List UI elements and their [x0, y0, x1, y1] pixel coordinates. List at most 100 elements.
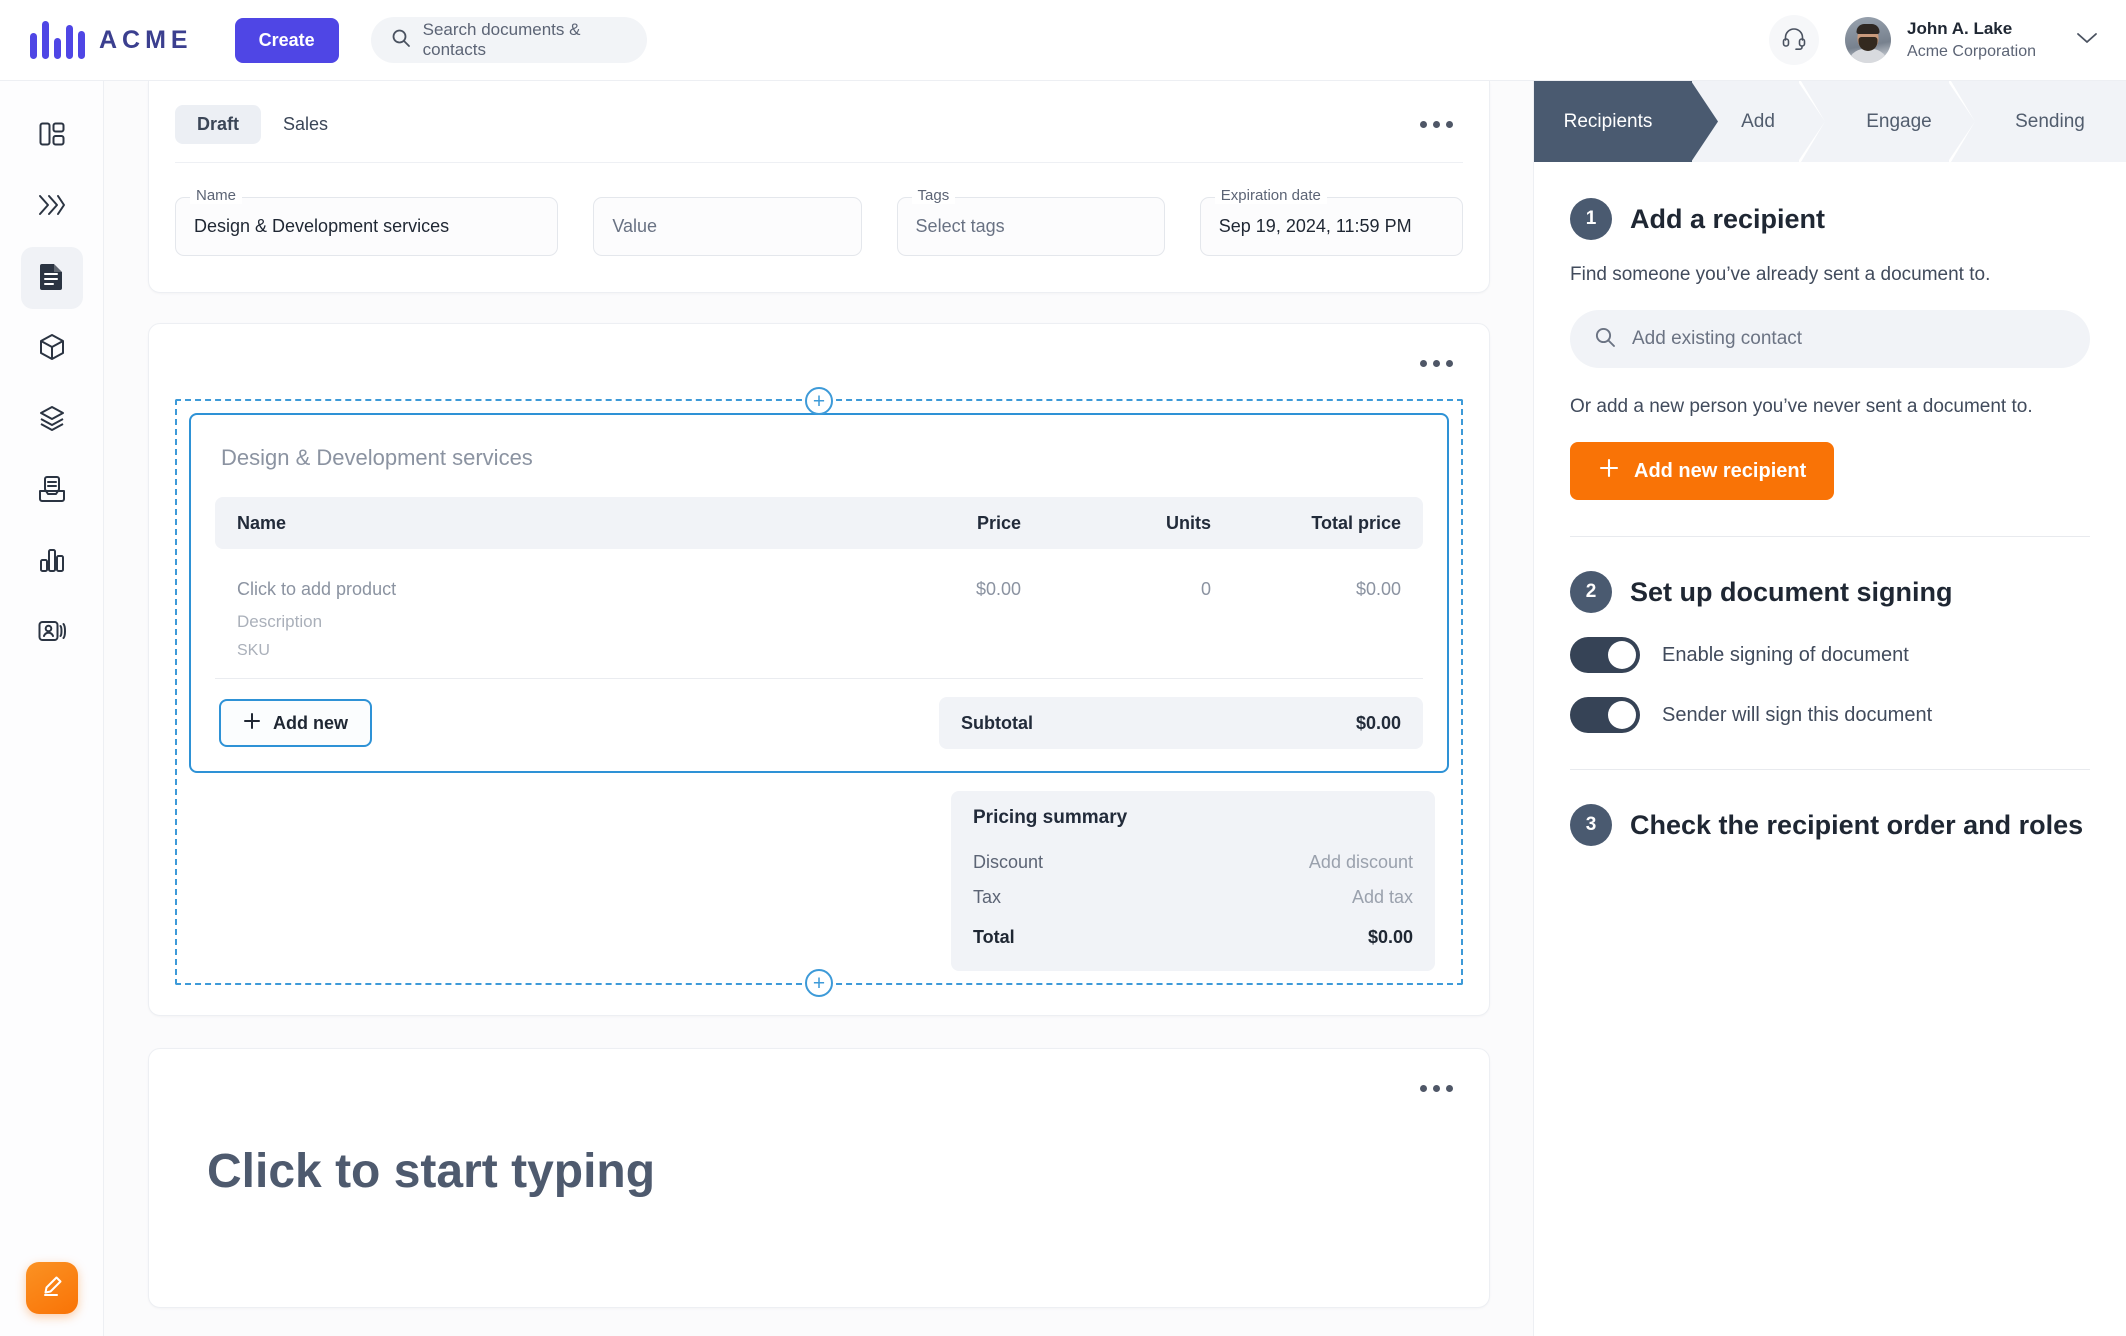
add-new-recipient-button[interactable]: Add new recipient	[1570, 442, 1835, 500]
row-sku[interactable]: SKU	[237, 632, 831, 660]
ellipsis-icon-dot	[1433, 121, 1440, 128]
step-tab-recipients[interactable]: Recipients	[1534, 81, 1692, 162]
user-menu[interactable]: John A. Lake Acme Corporation	[1845, 17, 2100, 63]
name-field-label: Name	[190, 187, 243, 204]
document-more-menu-button[interactable]	[1410, 111, 1463, 138]
subtotal-row: Subtotal $0.00	[939, 697, 1423, 749]
enable-signing-label: Enable signing of document	[1662, 643, 1909, 666]
tags-field[interactable]: Tags Select tags	[896, 187, 1165, 256]
dashboard-layout-icon	[37, 119, 67, 154]
step-2-number: 2	[1570, 571, 1612, 613]
column-header-units: Units	[1166, 512, 1211, 533]
support-button[interactable]	[1769, 15, 1820, 65]
block-more-menu-button[interactable]	[1410, 350, 1463, 377]
pricing-table-block[interactable]: Design & Development services Name Price…	[189, 413, 1449, 773]
quick-edit-fab-container	[25, 1262, 78, 1314]
search-icon	[391, 28, 411, 53]
text-block-more-menu-row	[175, 1049, 1463, 1102]
quick-edit-fab[interactable]	[25, 1262, 78, 1314]
tab-sales[interactable]: Sales	[261, 105, 350, 144]
add-existing-contact-placeholder: Add existing contact	[1632, 328, 1803, 349]
step-tab-sending[interactable]: Sending	[1974, 81, 2126, 162]
sidebar-item-inbox[interactable]	[21, 460, 83, 522]
pricing-block-title[interactable]: Design & Development services	[215, 437, 1423, 497]
sidebar-item-contacts[interactable]	[21, 602, 83, 664]
row-units[interactable]: 0	[1021, 579, 1211, 600]
sidebar-item-products[interactable]	[21, 318, 83, 380]
step-1-description-2: Or add a new person you’ve never sent a …	[1570, 396, 2033, 417]
expiration-date-value: Sep 19, 2024, 11:59 PM	[1218, 216, 1412, 236]
column-header-price: Price	[976, 512, 1021, 533]
chevron-down-icon[interactable]	[2074, 30, 2100, 51]
add-new-row-label: Add new	[273, 712, 348, 733]
user-name: John A. Lake	[1907, 18, 2013, 38]
pencil-edit-icon	[39, 1273, 65, 1304]
sidebar-item-workflow[interactable]	[21, 176, 83, 238]
pricing-summary: Pricing summary Discount Add discount Ta…	[951, 791, 1435, 971]
sidebar-item-templates[interactable]	[21, 389, 83, 451]
document-inbox-icon	[37, 474, 67, 509]
top-bar: ACME Create Search documents & contacts	[0, 0, 2126, 81]
step-2-header: 2 Set up document signing	[1570, 571, 2090, 613]
panel-divider-1	[1570, 536, 2090, 537]
toggle-knob	[1608, 701, 1636, 729]
tax-label: Tax	[973, 887, 1002, 907]
sidebar-item-dashboard[interactable]	[21, 105, 83, 167]
global-search-input[interactable]: Search documents & contacts	[370, 17, 647, 63]
add-discount-button[interactable]: Add discount	[1309, 852, 1413, 873]
ellipsis-icon-dot	[1433, 1085, 1440, 1092]
right-panel-body: 1 Add a recipient Find someone you’ve al…	[1534, 162, 2126, 846]
total-label: Total	[973, 927, 1015, 947]
column-header-name: Name	[237, 512, 287, 533]
user-org: Acme Corporation	[1907, 42, 2036, 60]
add-new-row-button[interactable]: Add new	[219, 699, 372, 747]
text-block-placeholder[interactable]: Click to start typing	[175, 1102, 1463, 1199]
step-1-description: Find someone you’ve already sent a docum…	[1570, 264, 1991, 285]
layers-icon	[37, 403, 67, 438]
step-1-header: 1 Add a recipient	[1570, 198, 2090, 240]
table-row[interactable]: Click to add product Description SKU $0.…	[215, 549, 1423, 679]
expiration-date-label: Expiration date	[1214, 187, 1327, 204]
tags-field-label: Tags	[911, 187, 956, 204]
document-workspace: Draft Sales Name Design & Development se…	[104, 81, 1534, 1336]
step-tab-sending-label: Sending	[2015, 110, 2085, 132]
tab-draft[interactable]: Draft	[175, 105, 262, 144]
pricing-summary-title: Pricing summary	[973, 807, 1128, 828]
add-block-above-button[interactable]: +	[805, 387, 833, 415]
step-tab-engage[interactable]: Engage	[1824, 81, 1974, 162]
name-field[interactable]: Name Design & Development services	[175, 187, 559, 256]
sender-will-sign-toggle[interactable]	[1570, 697, 1640, 733]
row-product-name[interactable]: Click to add product	[237, 579, 831, 600]
sidebar-item-reports[interactable]	[21, 531, 83, 593]
logo-bars-icon	[30, 21, 85, 59]
top-bar-right: John A. Lake Acme Corporation	[1769, 15, 2100, 65]
add-tax-button[interactable]: Add tax	[1352, 887, 1413, 908]
row-price[interactable]: $0.00	[831, 579, 1021, 600]
discount-label: Discount	[973, 852, 1044, 872]
add-new-recipient-label: Add new recipient	[1634, 459, 1807, 482]
add-existing-contact-input[interactable]: Add existing contact	[1570, 310, 2090, 368]
plus-icon	[243, 712, 261, 735]
selected-block-outline: + + Design & Development services Name P…	[175, 387, 1463, 997]
subtotal-value: $0.00	[1355, 712, 1401, 733]
expiration-date-field[interactable]: Expiration date Sep 19, 2024, 11:59 PM	[1199, 187, 1464, 256]
left-nav-rail	[0, 81, 104, 1336]
ellipsis-icon-dot	[1420, 1085, 1427, 1092]
total-row: Total $0.00	[973, 915, 1413, 955]
sender-will-sign-row: Sender will sign this document	[1570, 697, 2090, 733]
create-button[interactable]: Create	[234, 17, 339, 63]
step-tab-engage-label: Engage	[1866, 110, 1932, 132]
ellipsis-icon-dot	[1420, 121, 1427, 128]
text-block-more-menu-button[interactable]	[1410, 1075, 1463, 1102]
cube-icon	[37, 332, 67, 367]
row-description[interactable]: Description	[237, 600, 831, 632]
brand-logo[interactable]: ACME	[30, 21, 193, 59]
value-field[interactable]: Value	[593, 197, 862, 256]
enable-signing-toggle[interactable]	[1570, 637, 1640, 673]
row-total-price[interactable]: $0.00	[1211, 579, 1401, 600]
step-3-header[interactable]: 3 Check the recipient order and roles	[1570, 804, 2090, 846]
add-block-below-button[interactable]: +	[805, 969, 833, 997]
avatar	[1845, 17, 1892, 63]
sidebar-item-documents[interactable]	[20, 247, 83, 309]
contact-card-icon	[37, 618, 67, 649]
